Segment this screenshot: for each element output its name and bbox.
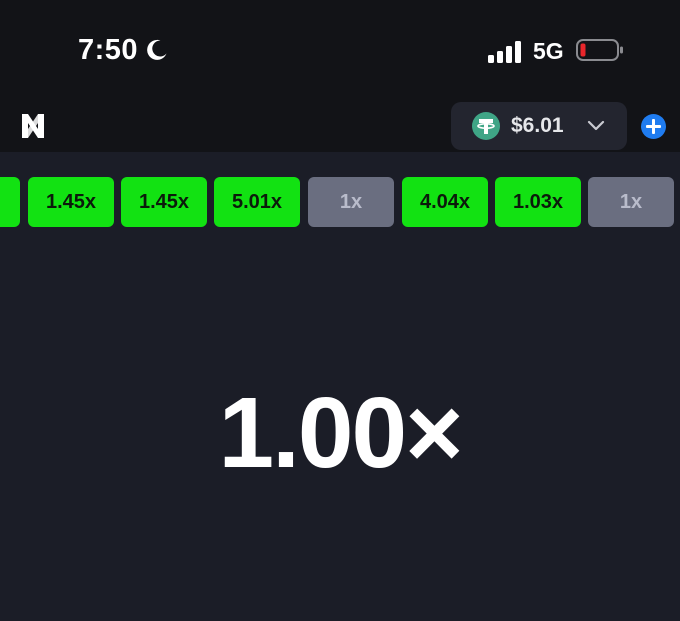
- signal-icon: [488, 41, 521, 63]
- wallet-balance: $6.01: [511, 114, 564, 137]
- history-chip[interactable]: 1.45x: [28, 177, 114, 227]
- history-chip[interactable]: 1.03x: [495, 177, 581, 227]
- wallet-selector[interactable]: $6.01: [451, 102, 627, 150]
- top-bar: 7:50 5G $6.01: [0, 0, 680, 152]
- history-chip[interactable]: 1.45x: [121, 177, 207, 227]
- network-label: 5G: [533, 38, 564, 64]
- battery-icon: [576, 38, 624, 62]
- history-chip[interactable]: 1x: [308, 177, 394, 227]
- multiplier-history: x 1.45x 1.45x 5.01x 1x 4.04x 1.03x 1x: [0, 177, 680, 227]
- current-multiplier: 1.00×: [218, 377, 463, 489]
- moon-icon: [145, 38, 169, 62]
- add-funds-button[interactable]: [641, 114, 666, 139]
- game-screen: 7:50 5G $6.01 1.45x 1.45x 5.01x 1x 4.04x…: [0, 0, 680, 621]
- history-chip[interactable]: 4.04x: [402, 177, 488, 227]
- chevron-down-icon: [587, 119, 605, 133]
- tether-icon: [472, 112, 500, 140]
- history-chip[interactable]: 5.01x: [214, 177, 300, 227]
- plus-icon: [646, 119, 661, 134]
- history-chip[interactable]: 1x: [588, 177, 674, 227]
- logo-icon[interactable]: [20, 112, 46, 140]
- status-time: 7:50: [78, 34, 139, 66]
- history-chip[interactable]: x: [0, 177, 20, 227]
